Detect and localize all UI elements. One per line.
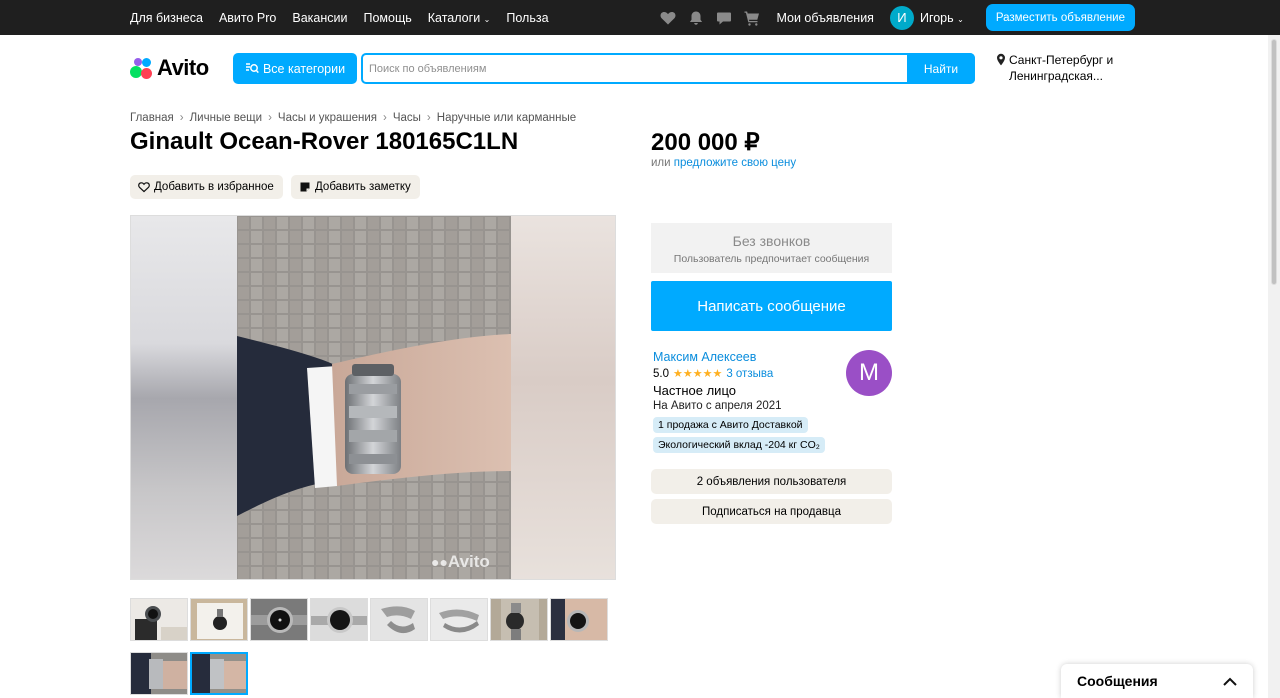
messages-panel-label: Сообщения xyxy=(1077,673,1158,689)
messages-panel[interactable]: Сообщения xyxy=(1061,664,1253,698)
photo-blur-left xyxy=(131,216,237,579)
user-menu[interactable]: Игорь ⌄ xyxy=(920,11,964,25)
chevron-right-icon: › xyxy=(383,112,387,124)
chevron-right-icon: › xyxy=(179,112,184,124)
thumbnail-7[interactable] xyxy=(490,598,548,641)
add-favorite-label: Добавить в избранное xyxy=(154,181,274,193)
watermark-text: Avito xyxy=(447,552,490,571)
thumbnail-2[interactable] xyxy=(190,598,248,641)
offer-prefix: или xyxy=(651,157,671,169)
top-link-help[interactable]: Помощь xyxy=(363,11,411,25)
location-line-2: Ленинградская... xyxy=(1009,69,1103,83)
bell-icon[interactable] xyxy=(688,10,704,26)
location-selector[interactable]: Санкт-Петербург и Ленинградская... xyxy=(995,52,1113,84)
thumbnail-10-selected[interactable] xyxy=(190,652,248,695)
user-name: Игорь xyxy=(919,10,954,25)
chevron-right-icon: › xyxy=(426,112,431,124)
logo-dots-icon xyxy=(130,56,154,80)
top-link-catalogs-label: Каталоги xyxy=(427,10,481,25)
top-nav: Для бизнеса Авито Pro Вакансии Помощь Ка… xyxy=(130,0,549,35)
no-calls-notice: Без звонков Пользователь предпочитает со… xyxy=(651,223,892,273)
chevron-down-icon: ⌄ xyxy=(483,14,491,24)
add-favorite-button[interactable]: Добавить в избранное xyxy=(130,175,283,199)
search-input[interactable] xyxy=(369,60,899,78)
avito-logo[interactable]: Avito xyxy=(130,55,209,81)
thumbnail-5[interactable] xyxy=(370,598,428,641)
write-message-button[interactable]: Написать сообщение xyxy=(651,281,892,331)
seller-reviews-link[interactable]: 3 отзыва xyxy=(726,368,773,380)
search-button[interactable]: Найти xyxy=(907,53,975,84)
my-ads-link[interactable]: Мои объявления xyxy=(776,11,874,25)
breadcrumb-watches[interactable]: Часы xyxy=(393,112,421,124)
delivery-badge[interactable]: 1 продажа с Авито Доставкой xyxy=(653,417,808,433)
add-note-label: Добавить заметку xyxy=(315,181,411,193)
chevron-up-icon[interactable] xyxy=(1223,677,1237,686)
seller-rating-value: 5.0 xyxy=(653,367,669,380)
rating-stars-icon: ★★★★★ xyxy=(673,368,723,380)
add-note-button[interactable]: Добавить заметку xyxy=(291,175,420,199)
scrollbar-thumb[interactable] xyxy=(1271,39,1277,285)
thumbnail-8[interactable] xyxy=(550,598,608,641)
no-calls-title: Без звонков xyxy=(732,233,811,249)
logo-text: Avito xyxy=(157,55,209,80)
breadcrumb-personal[interactable]: Личные вещи xyxy=(190,112,262,124)
search-bar: Найти xyxy=(361,53,975,84)
cart-icon[interactable] xyxy=(744,10,760,26)
page-title: Ginault Ocean-Rover 180165C1LN xyxy=(130,128,519,155)
thumbnail-9[interactable] xyxy=(130,652,188,695)
avito-watermark: ●●Avito xyxy=(431,552,490,572)
thumbnail-3[interactable] xyxy=(250,598,308,641)
post-ad-button[interactable]: Разместить объявление xyxy=(985,4,1135,31)
top-user-area: Мои объявления И Игорь ⌄ Разместить объя… xyxy=(660,0,1135,35)
breadcrumb: Главная › Личные вещи › Часы и украшения › … xyxy=(130,112,576,124)
note-icon xyxy=(300,182,310,192)
top-link-business[interactable]: Для бизнеса xyxy=(130,11,203,25)
user-avatar[interactable]: И xyxy=(889,5,914,30)
top-link-catalogs[interactable]: Каталоги ⌄ xyxy=(428,11,491,25)
categories-search-icon xyxy=(245,62,259,73)
chevron-right-icon: › xyxy=(268,112,272,124)
main-photo[interactable]: ●●Avito xyxy=(130,215,616,580)
breadcrumb-home[interactable]: Главная xyxy=(130,112,174,124)
eco-badge[interactable]: Экологический вклад -204 кг CO₂ xyxy=(653,437,825,453)
price-offer: или предложите свою цену xyxy=(651,157,796,169)
photo-blur-right xyxy=(509,216,615,579)
chat-icon[interactable] xyxy=(716,10,732,26)
heart-outline-icon xyxy=(138,182,150,193)
top-link-benefit[interactable]: Польза xyxy=(506,11,548,25)
thumbnail-1[interactable] xyxy=(130,598,188,641)
location-line-1: Санкт-Петербург и xyxy=(1009,53,1114,67)
watch-on-wrist-photo xyxy=(237,216,511,579)
top-link-pro[interactable]: Авито Pro xyxy=(219,11,276,25)
thumbnail-4[interactable] xyxy=(310,598,368,641)
subscribe-seller-button[interactable]: Подписаться на продавца xyxy=(651,499,892,524)
no-calls-subtitle: Пользователь предпочитает сообщения xyxy=(673,253,870,265)
seller-ads-button[interactable]: 2 объявления пользователя xyxy=(651,469,892,494)
page-scrollbar[interactable] xyxy=(1268,35,1280,698)
chevron-down-icon: ⌄ xyxy=(957,14,964,24)
breadcrumb-watches-jewelry[interactable]: Часы и украшения xyxy=(278,112,377,124)
top-bar: Для бизнеса Авито Pro Вакансии Помощь Ка… xyxy=(0,0,1280,35)
top-link-jobs[interactable]: Вакансии xyxy=(292,11,347,25)
offer-price-link[interactable]: предложите свою цену xyxy=(674,157,796,169)
all-categories-button[interactable]: Все категории xyxy=(233,53,357,84)
seller-since: На Авито с апреля 2021 xyxy=(653,400,782,412)
price: 200 000 ₽ xyxy=(651,129,760,156)
thumbnail-6[interactable] xyxy=(430,598,488,641)
all-categories-label: Все категории xyxy=(262,61,346,76)
seller-avatar[interactable]: М xyxy=(846,350,892,396)
location-pin-icon xyxy=(997,53,1005,66)
breadcrumb-wrist[interactable]: Наручные или карманные xyxy=(437,112,576,124)
heart-icon[interactable] xyxy=(660,10,676,26)
watermark-dots-icon: ●● xyxy=(431,554,448,570)
